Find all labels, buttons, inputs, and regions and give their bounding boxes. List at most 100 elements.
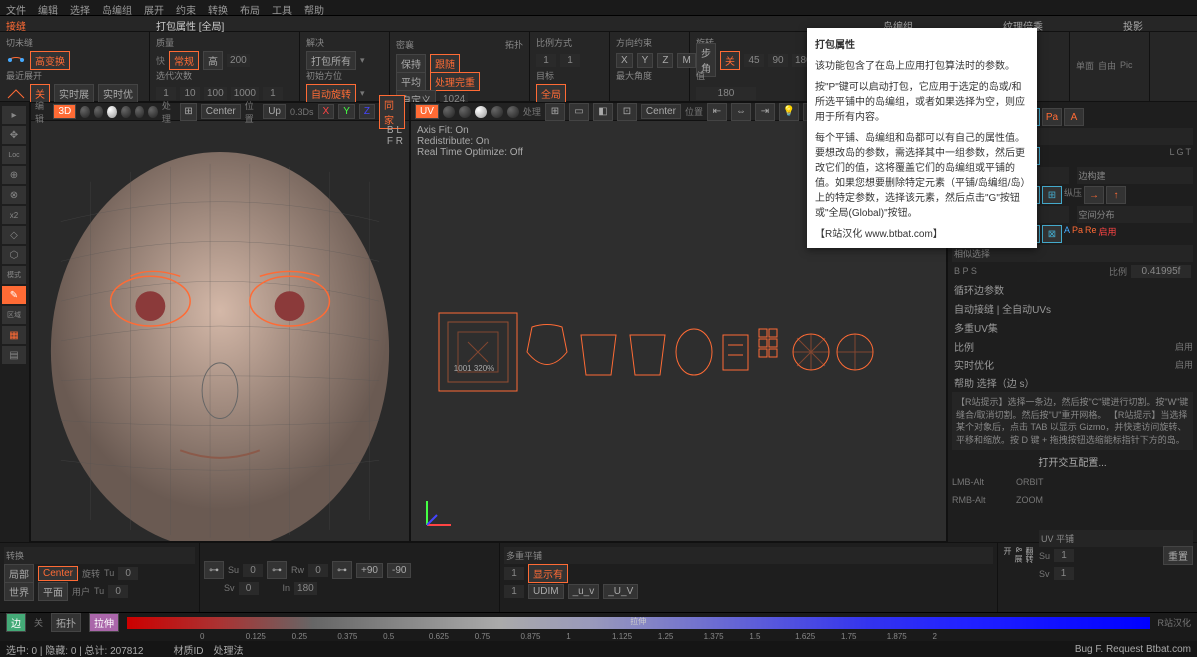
shade5-icon[interactable] [135,106,145,118]
vp3d-tab[interactable]: 3D [53,104,76,119]
uv-lc-button[interactable]: _u_v [568,584,600,599]
stretch-button[interactable]: 拉伸 [89,613,119,632]
align-l-icon[interactable]: ⇤ [707,103,727,121]
iter2[interactable]: 10 [180,87,200,100]
menu-island[interactable]: 岛编组 [102,2,132,13]
uvshade3-icon[interactable] [475,106,487,118]
uvshade4-icon[interactable] [491,106,503,118]
onesided-label[interactable]: 单面 [1076,59,1094,72]
y-button[interactable]: Y [637,53,654,68]
in-val[interactable]: 180 [294,582,317,595]
high-transform-button[interactable]: 高变换 [30,51,70,70]
topo-button[interactable]: 拓扑 [51,613,81,632]
normal-button[interactable]: 常规 [169,51,199,70]
tool-select[interactable]: ▸ [2,106,26,124]
global-button[interactable]: 全局 [536,84,566,103]
snap3-icon[interactable]: ⊡ [617,103,637,121]
pic-label[interactable]: Pic [1120,60,1133,70]
iter3[interactable]: 100 [204,87,227,100]
uv-center-button[interactable]: Center [641,104,681,119]
scale1[interactable]: 1 [536,54,556,67]
rp-item-help[interactable]: 帮助 选择（边 s） [952,373,1193,392]
local-button[interactable]: 局部 [4,564,34,583]
follow-button[interactable]: 跟随 [430,54,460,73]
al5-icon[interactable]: ⊞ [1042,186,1062,204]
proc-button[interactable]: 处理完重 [430,72,480,91]
axis-gizmo[interactable] [419,493,459,533]
align-c-icon[interactable]: ⇔ [731,103,751,121]
menu-edit[interactable]: 编辑 [38,2,58,13]
z-button[interactable]: Z [657,53,673,68]
align-r-icon[interactable]: ⇥ [755,103,775,121]
menu-help[interactable]: 帮助 [304,2,324,13]
vp3d-content[interactable]: B LF R [31,121,409,541]
menu-unfold[interactable]: 展开 [144,2,164,13]
rot-off-button[interactable]: 关 [720,51,740,70]
m90-button[interactable]: -90 [387,563,411,578]
menu-tools[interactable]: 工具 [272,2,292,13]
realtime-opt-button[interactable]: 实时优 [98,84,138,103]
shade6-icon[interactable] [148,106,158,118]
link1-icon[interactable]: ⊶ [204,561,224,579]
axis-y-button[interactable]: Y [338,104,355,119]
open-config-link[interactable]: 打开交互配置... [952,450,1193,473]
quality-val[interactable]: 200 [227,54,250,67]
shade3-icon[interactable] [107,106,117,118]
tab-projection[interactable]: 投影 [1117,16,1197,31]
iter5[interactable]: 1 [263,87,283,100]
apply1[interactable]: 启用 [1175,340,1193,353]
stretch-gradient[interactable]: 拉伸 [127,617,1149,629]
apply2[interactable]: 启用 [1175,358,1193,371]
pack-all-button[interactable]: 打包所有 [306,51,356,70]
uvtile-su[interactable]: 1 [1054,549,1074,562]
bps-label[interactable]: B P S [954,266,977,276]
udim-button[interactable]: UDIM [528,584,564,599]
tool-hex[interactable]: ⬡ [2,246,26,264]
matid-label[interactable]: 材质ID [173,642,203,657]
high-button[interactable]: 高 [203,51,223,70]
snap2-icon[interactable]: ◧ [593,103,613,121]
vpuv-proc[interactable]: 处理 [523,105,541,118]
rp-item-multiuv[interactable]: 多重UV集 [952,318,1193,337]
rp-ico-a[interactable]: A [1064,108,1084,126]
menu-select[interactable]: 选择 [70,2,90,13]
p90-button[interactable]: +90 [356,563,383,578]
tool-x2[interactable]: x2 [2,206,26,224]
mt-n2[interactable]: 1 [504,585,524,598]
rp-item-loop[interactable]: 循环边参数 [952,280,1193,299]
eb1-icon[interactable]: → [1084,186,1104,204]
tab-seams[interactable]: 接缝 [0,16,150,31]
x-button[interactable]: X [616,53,633,68]
shade2-icon[interactable] [94,106,104,118]
conv-center-button[interactable]: Center [38,566,78,581]
tool-remove[interactable]: ⊗ [2,186,26,204]
rp-ico-pa[interactable]: Pa [1042,108,1062,126]
snap1-icon[interactable]: ▭ [569,103,589,121]
proc-label[interactable]: 处理法 [213,642,243,657]
uvshade1-icon[interactable] [443,106,455,118]
footer-links[interactable]: Bug F. Request Btbat.com [1075,644,1191,655]
nav-cube[interactable]: B LF R [387,125,403,147]
auto-rotate-button[interactable]: 自动旋转 [306,84,356,103]
tu2-val[interactable]: 0 [108,585,128,598]
tu-val[interactable]: 0 [118,567,138,580]
tool-brush[interactable]: ✎ [2,286,26,304]
rw-val[interactable]: 0 [308,564,328,577]
tool-region[interactable]: 区域 [2,306,26,324]
menu-file[interactable]: 文件 [6,2,26,13]
scale2[interactable]: 1 [560,54,580,67]
uvshade5-icon[interactable] [507,106,519,118]
shade1-icon[interactable] [80,106,90,118]
link3-icon[interactable]: ⊶ [332,561,352,579]
rp-item-autoseam[interactable]: 自动接缝 | 全自动UVs [952,299,1193,318]
axis-x-button[interactable]: X [318,104,335,119]
plane-button[interactable]: 平面 [38,582,68,601]
d5-icon[interactable]: ⊠ [1042,225,1062,243]
free-label[interactable]: 自由 [1098,59,1116,72]
up-button[interactable]: Up [263,104,286,119]
tool-move[interactable]: ✥ [2,126,26,144]
uvgrid-icon[interactable]: ⊞ [545,103,565,121]
showall-button[interactable]: 显示有 [528,564,568,583]
r45[interactable]: 45 [744,54,764,67]
uvshade2-icon[interactable] [459,106,471,118]
